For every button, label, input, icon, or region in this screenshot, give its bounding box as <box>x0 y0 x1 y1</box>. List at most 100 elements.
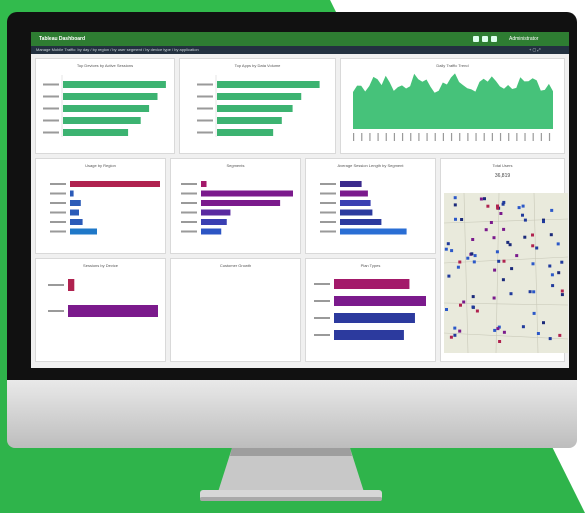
x-tick-label <box>483 133 485 141</box>
map-marker[interactable] <box>542 321 545 325</box>
map-marker[interactable] <box>521 204 525 208</box>
map-marker[interactable] <box>453 333 457 337</box>
map-marker[interactable] <box>460 218 464 221</box>
map-marker[interactable] <box>453 196 457 200</box>
map-marker[interactable] <box>499 212 503 215</box>
map-marker[interactable] <box>515 254 519 258</box>
map-marker[interactable] <box>496 204 499 208</box>
map-marker[interactable] <box>472 260 476 264</box>
map-marker[interactable] <box>535 246 539 250</box>
map-marker[interactable] <box>532 311 536 315</box>
x-tick-label <box>377 133 379 141</box>
map-marker[interactable] <box>550 208 554 212</box>
map-marker[interactable] <box>471 305 475 309</box>
map-marker[interactable] <box>502 330 506 334</box>
map-marker[interactable] <box>502 259 506 263</box>
map-marker[interactable] <box>471 238 475 241</box>
session-bar <box>340 190 368 197</box>
map-marker[interactable] <box>560 289 564 293</box>
map-marker[interactable] <box>493 268 497 272</box>
map-marker[interactable] <box>558 333 562 337</box>
map-marker[interactable] <box>449 335 453 339</box>
map-marker[interactable] <box>510 267 514 271</box>
trend-area <box>353 73 553 129</box>
map-marker[interactable] <box>506 240 510 244</box>
map-marker[interactable] <box>444 247 448 251</box>
map-view[interactable] <box>444 193 568 353</box>
map-marker[interactable] <box>453 203 457 207</box>
map-marker[interactable] <box>483 197 486 201</box>
map-marker[interactable] <box>551 284 555 288</box>
map-marker[interactable] <box>492 296 496 300</box>
panel-users-map: Total Users 36,819 <box>440 158 568 362</box>
map-marker[interactable] <box>531 233 534 237</box>
map-marker[interactable] <box>502 227 506 231</box>
map-marker[interactable] <box>458 329 462 333</box>
device-bar <box>63 105 150 112</box>
map-marker[interactable] <box>462 300 466 304</box>
map-marker[interactable] <box>542 220 545 224</box>
map-marker[interactable] <box>531 244 535 248</box>
map-marker[interactable] <box>528 290 532 294</box>
map-marker[interactable] <box>492 236 496 240</box>
map-marker[interactable] <box>470 252 474 256</box>
category-label <box>314 317 330 319</box>
map-marker[interactable] <box>454 217 457 221</box>
session-bar <box>340 200 371 206</box>
map-marker[interactable] <box>548 264 552 268</box>
map-marker[interactable] <box>531 262 535 266</box>
map-marker[interactable] <box>501 202 505 206</box>
settings-icon[interactable] <box>473 36 479 42</box>
map-marker[interactable] <box>560 260 564 264</box>
map-marker[interactable] <box>456 265 460 269</box>
map-marker[interactable] <box>556 242 560 246</box>
map-marker[interactable] <box>536 332 540 335</box>
map-marker[interactable] <box>550 273 554 277</box>
map-marker[interactable] <box>447 274 451 278</box>
map-marker[interactable] <box>548 337 552 341</box>
map-marker[interactable] <box>509 292 513 296</box>
download-icon[interactable] <box>491 36 497 42</box>
map-marker[interactable] <box>489 221 493 224</box>
map-marker[interactable] <box>459 303 462 307</box>
share-icon[interactable] <box>482 36 488 42</box>
map-marker[interactable] <box>497 259 501 263</box>
map-marker[interactable] <box>486 204 490 208</box>
category-label <box>320 230 336 233</box>
user-menu[interactable]: Administrator <box>509 32 538 46</box>
area-chart-trend <box>353 73 553 141</box>
app-bar <box>217 129 274 136</box>
device-bar <box>63 93 158 100</box>
map-marker[interactable] <box>475 309 479 313</box>
x-tick-label <box>393 133 396 141</box>
map-marker[interactable] <box>493 328 497 332</box>
map-marker[interactable] <box>473 254 477 258</box>
x-tick-label <box>459 133 461 141</box>
map-marker[interactable] <box>521 213 524 217</box>
map-marker[interactable] <box>471 295 475 299</box>
map-marker[interactable] <box>458 260 462 264</box>
map-marker[interactable] <box>484 228 488 232</box>
map-marker[interactable] <box>501 278 505 282</box>
map-marker[interactable] <box>521 325 525 329</box>
map-marker[interactable] <box>498 340 502 343</box>
map-marker[interactable] <box>450 249 454 253</box>
map-marker[interactable] <box>445 308 448 311</box>
map-marker[interactable] <box>495 250 499 254</box>
app-title: Tableau Dashboard <box>39 36 86 42</box>
map-marker[interactable] <box>453 326 457 330</box>
map-marker[interactable] <box>523 235 527 239</box>
map-marker[interactable] <box>479 197 483 201</box>
map-marker[interactable] <box>532 290 536 294</box>
map-marker[interactable] <box>557 271 561 275</box>
filter-controls[interactable]: + ▢ ⤢ <box>529 46 541 54</box>
map-marker[interactable] <box>517 206 521 210</box>
map-marker[interactable] <box>523 218 527 222</box>
map-marker[interactable] <box>466 256 470 260</box>
map-marker[interactable] <box>560 293 564 297</box>
map-marker[interactable] <box>446 242 450 246</box>
session-bar <box>340 181 362 187</box>
x-tick-label <box>467 133 469 141</box>
map-marker[interactable] <box>496 327 500 331</box>
map-marker[interactable] <box>549 233 553 237</box>
